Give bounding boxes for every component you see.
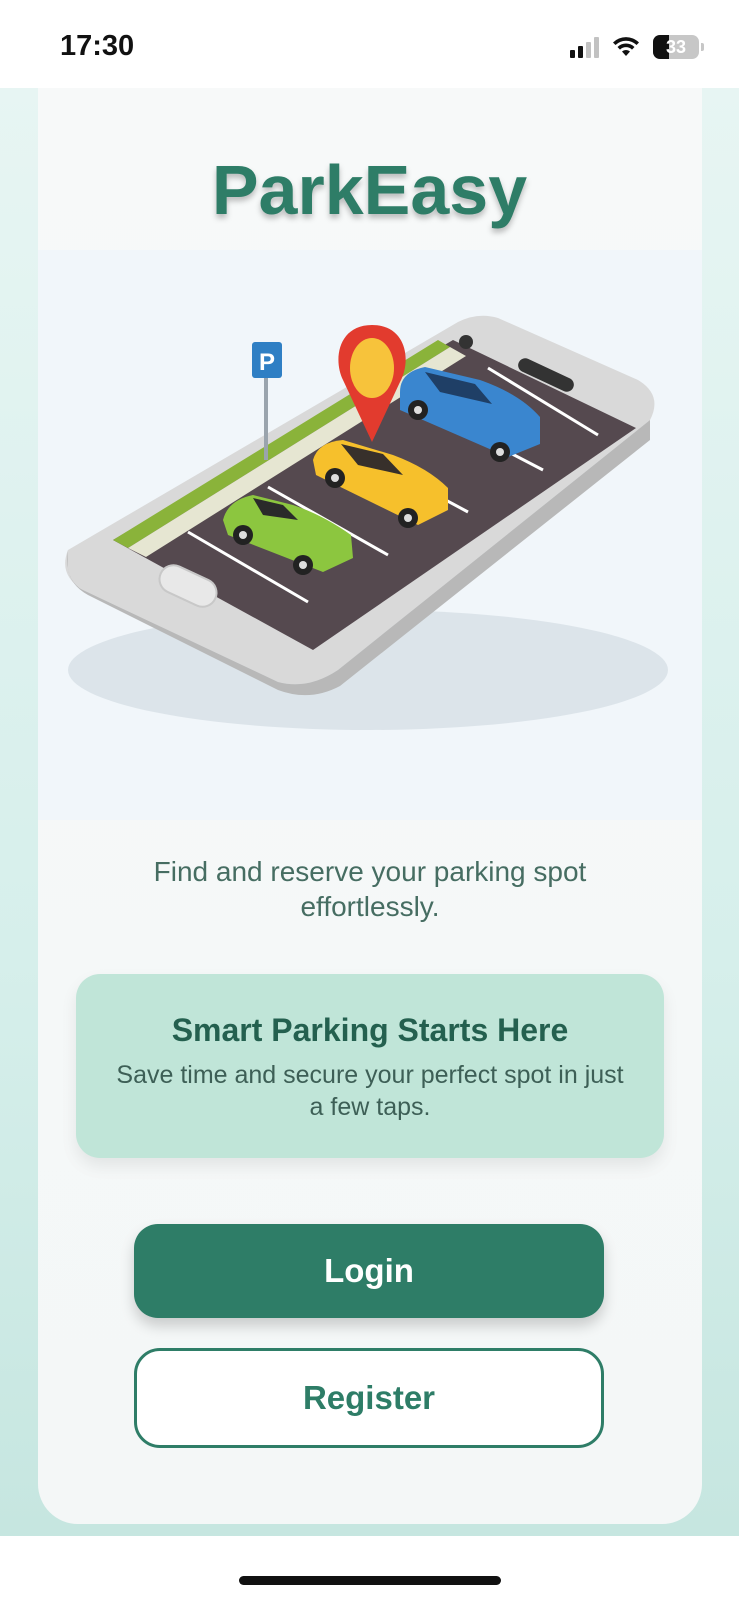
home-indicator[interactable]	[239, 1576, 501, 1585]
login-button[interactable]: Login	[134, 1224, 604, 1318]
tagline: Find and reserve your parking spot effor…	[153, 856, 587, 922]
cellular-signal-icon	[570, 36, 599, 58]
battery-icon: 33	[653, 35, 704, 59]
hero-illustration: P	[38, 250, 702, 820]
info-card-text: Save time and secure your perfect spot i…	[116, 1061, 624, 1121]
wifi-icon	[613, 37, 639, 56]
battery-level: 33	[665, 36, 687, 57]
app-logo-title: ParkEasy	[211, 151, 528, 229]
phone-parking-illustration: P	[65, 315, 668, 730]
status-icons: 33	[570, 33, 704, 61]
status-bar: 17:30 33	[0, 0, 739, 88]
parking-sign-letter: P	[259, 349, 275, 376]
register-button[interactable]: Register	[134, 1348, 604, 1448]
home-indicator-area	[0, 1536, 739, 1600]
status-time: 17:30	[60, 30, 135, 62]
info-card: Smart Parking Starts Here Save time and …	[76, 974, 664, 1158]
info-card-title: Smart Parking Starts Here	[171, 1012, 569, 1048]
